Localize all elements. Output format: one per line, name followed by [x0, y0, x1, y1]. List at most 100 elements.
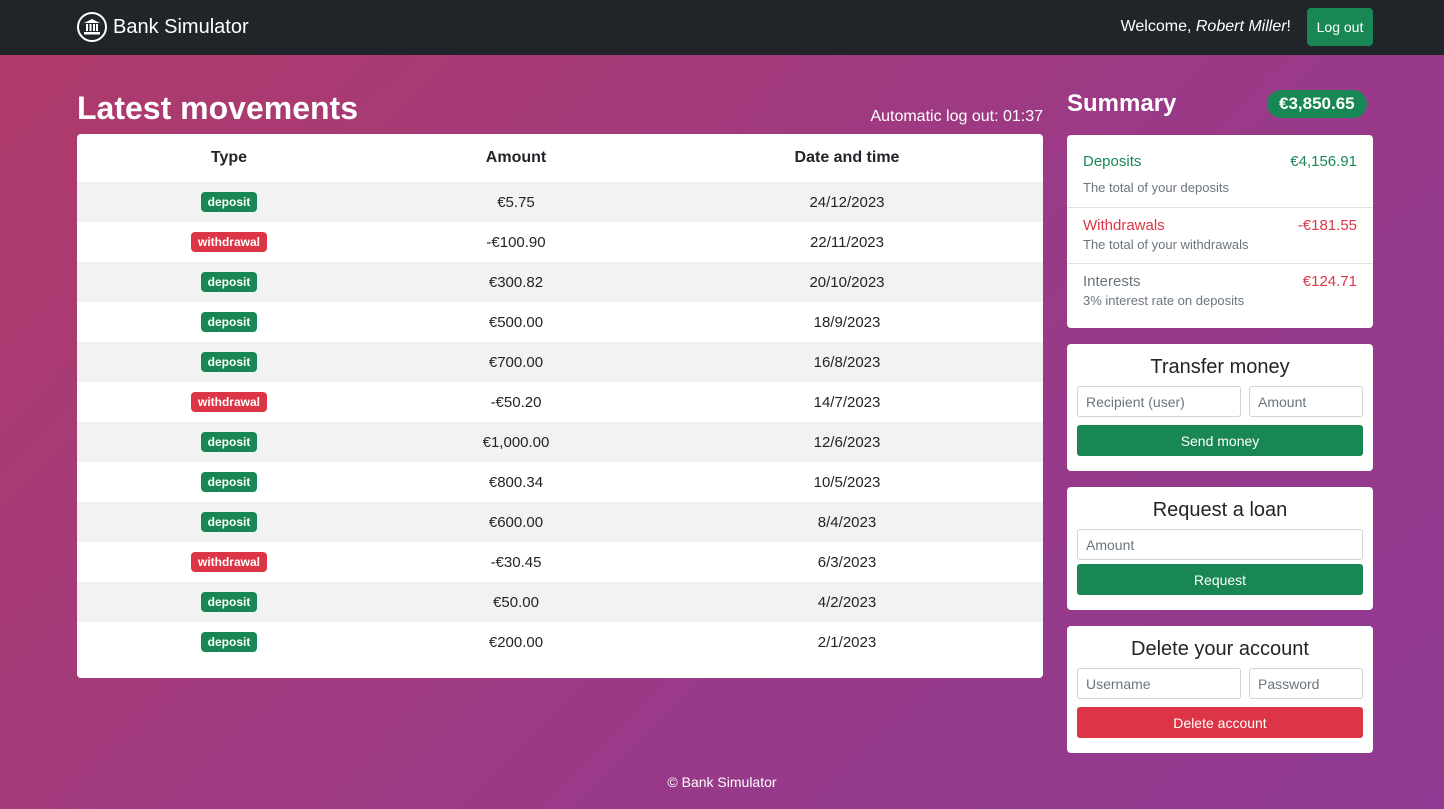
cell-amount: €800.34: [488, 473, 544, 491]
summary-card: Deposits €4,156.91 The total of your dep…: [1067, 135, 1373, 328]
bank-icon: [77, 12, 107, 42]
table-row: withdrawal -€50.20 14/7/2023: [77, 382, 1043, 422]
cell-amount: €500.00: [488, 313, 544, 331]
recipient-input[interactable]: [1077, 386, 1241, 417]
withdrawals-description: The total of your withdrawals: [1083, 237, 1249, 252]
delete-title: Delete your account: [1131, 638, 1309, 660]
cell-type: deposit: [77, 512, 381, 532]
cell-type: withdrawal: [77, 552, 381, 572]
user-name: Robert Miller: [1195, 18, 1287, 35]
cell-date: 18/9/2023: [813, 313, 881, 331]
table-row: deposit €1,000.00 12/6/2023: [77, 422, 1043, 462]
logout-button[interactable]: Log out: [1307, 8, 1373, 46]
deposits-description: The total of your deposits: [1083, 180, 1229, 195]
withdrawals-label: Withdrawals: [1083, 217, 1165, 234]
username-input[interactable]: [1077, 668, 1241, 699]
cell-amount: €200.00: [488, 633, 544, 651]
table-row: deposit €200.00 2/1/2023: [77, 622, 1043, 662]
cell-amount: €700.00: [488, 353, 544, 371]
cell-date: 2/1/2023: [817, 633, 877, 651]
welcome-suffix: !: [1286, 18, 1291, 35]
movements-title: Latest movements: [77, 90, 358, 126]
cell-date: 12/6/2023: [813, 433, 881, 451]
cell-type: withdrawal: [77, 392, 381, 412]
loan-amount-input[interactable]: [1077, 529, 1363, 560]
table-body: deposit €5.75 24/12/2023 withdrawal -€100.90…: [77, 182, 1043, 662]
table-row: withdrawal -€100.90 22/11/2023: [77, 222, 1043, 262]
cell-amount: €50.00: [493, 593, 539, 611]
type-badge: deposit: [200, 432, 258, 452]
type-badge: withdrawal: [190, 392, 267, 412]
cell-amount: -€50.20: [490, 393, 542, 411]
cell-type: deposit: [77, 632, 381, 652]
cell-type: deposit: [77, 352, 381, 372]
withdrawals-value: -€181.55: [1297, 217, 1357, 234]
cell-date: 10/5/2023: [813, 473, 881, 491]
interests-value: €124.71: [1302, 273, 1357, 290]
cell-type: deposit: [77, 592, 381, 612]
summary-deposits: Deposits €4,156.91 The total of your dep…: [1067, 135, 1373, 208]
type-badge: deposit: [200, 272, 258, 292]
cell-date: 6/3/2023: [817, 553, 877, 571]
auto-logout-timer: Automatic log out: 01:37: [870, 108, 1043, 126]
cell-amount: €600.00: [488, 513, 544, 531]
type-badge: deposit: [200, 512, 258, 532]
cell-type: deposit: [77, 432, 381, 452]
delete-account-button[interactable]: Delete account: [1077, 707, 1363, 738]
auto-logout-time: 01:37: [1002, 108, 1043, 125]
password-input[interactable]: [1249, 668, 1363, 699]
type-badge: withdrawal: [190, 232, 267, 252]
type-badge: deposit: [200, 352, 258, 372]
navbar: Bank Simulator Welcome, Robert Miller! L…: [0, 0, 1444, 55]
cell-date: 22/11/2023: [810, 233, 884, 251]
cell-type: deposit: [77, 312, 381, 332]
balance-badge: €3,850.65: [1267, 90, 1367, 118]
send-money-button[interactable]: Send money: [1077, 425, 1363, 456]
interests-description: 3% interest rate on deposits: [1083, 293, 1245, 308]
cell-amount: €1,000.00: [482, 433, 550, 451]
cell-type: withdrawal: [77, 232, 381, 252]
type-badge: deposit: [200, 192, 258, 212]
type-badge: withdrawal: [190, 552, 267, 572]
table-row: deposit €50.00 4/2/2023: [77, 582, 1043, 622]
cell-date: 8/4/2023: [817, 513, 877, 531]
welcome-message: Welcome, Robert Miller!: [1121, 18, 1291, 36]
cell-amount: €5.75: [497, 193, 535, 211]
table-row: deposit €600.00 8/4/2023: [77, 502, 1043, 542]
deposits-value: €4,156.91: [1290, 153, 1357, 170]
table-row: deposit €800.34 10/5/2023: [77, 462, 1043, 502]
deposits-label: Deposits: [1083, 153, 1142, 170]
brand-name: Bank Simulator: [113, 15, 249, 38]
column-header-amount: Amount: [485, 149, 547, 166]
table-row: deposit €500.00 18/9/2023: [77, 302, 1043, 342]
table-header: Type Amount Date and time: [77, 134, 1043, 182]
cell-type: deposit: [77, 192, 381, 212]
footer: © Bank Simulator: [667, 774, 777, 790]
table-row: withdrawal -€30.45 6/3/2023: [77, 542, 1043, 582]
delete-card: Delete your account Delete account: [1067, 626, 1373, 753]
auto-logout-label: Automatic log out:: [870, 108, 1003, 125]
type-badge: deposit: [200, 632, 258, 652]
type-badge: deposit: [200, 312, 258, 332]
column-header-type: Type: [210, 149, 248, 166]
cell-amount: -€100.90: [486, 233, 546, 251]
cell-type: deposit: [77, 272, 381, 292]
type-badge: deposit: [200, 592, 258, 612]
cell-amount: €300.82: [488, 273, 544, 291]
table-row: deposit €700.00 16/8/2023: [77, 342, 1043, 382]
loan-title: Request a loan: [1152, 499, 1288, 521]
cell-date: 20/10/2023: [809, 273, 885, 291]
cell-amount: -€30.45: [490, 553, 542, 571]
cell-type: deposit: [77, 472, 381, 492]
type-badge: deposit: [200, 472, 258, 492]
cell-date: 14/7/2023: [813, 393, 881, 411]
transfer-amount-input[interactable]: [1249, 386, 1363, 417]
summary-interests: Interests €124.71 3% interest rate on de…: [1067, 264, 1373, 326]
brand[interactable]: Bank Simulator: [77, 12, 249, 42]
table-row: deposit €5.75 24/12/2023: [77, 182, 1043, 222]
request-loan-button[interactable]: Request: [1077, 564, 1363, 595]
table-row: deposit €300.82 20/10/2023: [77, 262, 1043, 302]
interests-label: Interests: [1083, 273, 1141, 290]
cell-date: 4/2/2023: [817, 593, 877, 611]
transfer-title: Transfer money: [1150, 356, 1290, 378]
